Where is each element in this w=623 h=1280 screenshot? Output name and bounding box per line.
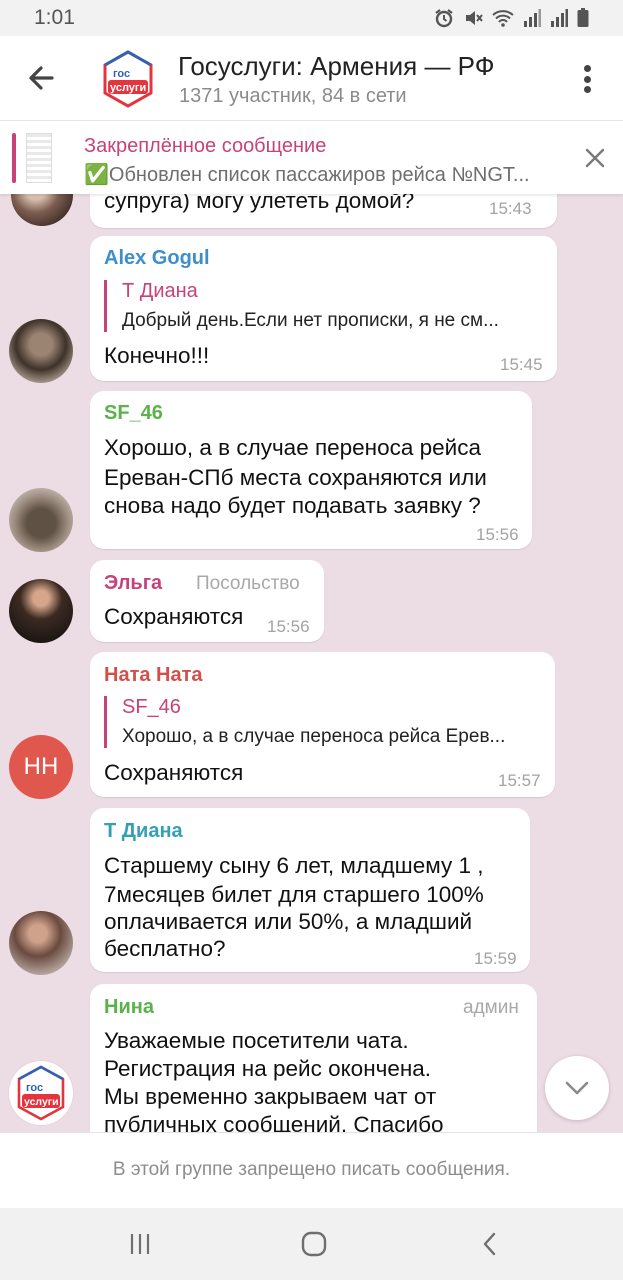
chevron-left-icon: [483, 1232, 496, 1256]
system-navigation-bar: [0, 1208, 623, 1280]
more-vertical-icon: [583, 65, 591, 72]
message-time: 15:57: [498, 771, 541, 790]
message-time: 15:43: [489, 199, 532, 218]
message-bubble[interactable]: Т Диана Старшему сыну 6 лет, младшему 1 …: [90, 808, 530, 972]
message-text-line: снова надо будет подавать заявку ?: [104, 493, 481, 518]
user-avatar[interactable]: гос услуги: [9, 1061, 73, 1125]
reply-text: Хорошо, а в случае переноса рейса Ерев..…: [122, 726, 506, 747]
signal-icon-2: [550, 8, 568, 33]
chat-header: гос услуги Госуслуги: Армения — РФ 1371 …: [0, 36, 623, 120]
message-text-line: Ереван-СПб места сохраняются или: [104, 465, 487, 490]
scroll-to-bottom-button[interactable]: [545, 1056, 609, 1120]
message-time: 15:56: [267, 617, 310, 636]
gosuslugi-logo-icon: гос услуги: [17, 1065, 65, 1121]
home-button[interactable]: [300, 1230, 328, 1263]
message-text: Сохраняются: [104, 760, 244, 785]
battery-icon: [577, 8, 589, 33]
arrow-left-icon: [29, 66, 54, 90]
pinned-thumbnail: [26, 133, 52, 183]
message-text-line: бесплатно?: [104, 936, 226, 961]
user-avatar[interactable]: [9, 488, 73, 552]
message-time: 15:56: [476, 525, 519, 544]
message-text-line: Хорошо, а в случае переноса рейса: [104, 435, 481, 460]
status-icons: [434, 8, 589, 33]
sender-role: админ: [463, 997, 519, 1018]
sender-name[interactable]: Ната Ната: [104, 664, 203, 687]
svg-text:гос: гос: [26, 1082, 43, 1094]
svg-text:услуги: услуги: [24, 1096, 59, 1108]
message-text-line: Мы временно закрываем чат от: [104, 1084, 437, 1109]
user-avatar[interactable]: [9, 579, 73, 643]
message-bubble[interactable]: Эльга Посольство Сохраняются 15:56: [90, 560, 324, 642]
alarm-icon: [434, 8, 454, 33]
reply-quote[interactable]: Т Диана Добрый день.Если нет прописки, я…: [104, 280, 544, 332]
chat-member-count: 1371 участник, 84 в сети: [179, 85, 407, 107]
reply-text: Добрый день.Если нет прописки, я не см..…: [122, 310, 499, 331]
chat-avatar[interactable]: гос услуги: [99, 50, 157, 108]
message-text: Конечно!!!: [104, 343, 210, 368]
pinned-text: ✅Обновлен список пассажиров рейса №NGT..…: [84, 164, 530, 186]
reply-sender: Т Диана: [122, 280, 198, 302]
close-icon: [585, 148, 605, 168]
back-button[interactable]: [22, 58, 62, 98]
pinned-message-bar[interactable]: Закреплённое сообщение ✅Обновлен список …: [0, 120, 623, 194]
message-text-line: Уважаемые посетители чата.: [104, 1028, 409, 1053]
avatar-initials: НН: [23, 753, 59, 780]
sender-name[interactable]: Alex Gogul: [104, 247, 210, 270]
home-icon: [301, 1231, 327, 1257]
message-text: Сохраняются: [104, 604, 244, 629]
sender-name[interactable]: SF_46: [104, 402, 163, 425]
message-text-line: 7месяцев билет для старшего 100%: [104, 882, 484, 907]
chat-title[interactable]: Госуслуги: Армения — РФ: [178, 51, 495, 82]
message-text-line: оплачивается или 50%, а младший: [104, 909, 473, 934]
status-bar: 1:01: [0, 0, 623, 36]
message-text-line: Регистрация на рейс окончена.: [104, 1056, 432, 1081]
sender-name[interactable]: Эльга: [104, 572, 162, 595]
pinned-title: Закреплённое сообщение: [84, 135, 327, 157]
message-text-line: Старшему сыну 6 лет, младшему 1 ,: [104, 853, 484, 878]
message-input-bar: В этой группе запрещено писать сообщения…: [0, 1132, 623, 1208]
reply-quote[interactable]: SF_46 Хорошо, а в случае переноса рейса …: [104, 696, 542, 748]
user-avatar[interactable]: НН: [9, 735, 73, 799]
recent-apps-button[interactable]: [128, 1232, 152, 1261]
sender-role: Посольство: [196, 573, 300, 594]
message-bubble[interactable]: Ната Ната SF_46 Хорошо, а в случае перен…: [90, 652, 555, 797]
gosuslugi-logo-icon: гос услуги: [103, 50, 153, 108]
sender-name[interactable]: Т Диана: [104, 820, 183, 843]
system-back-button[interactable]: [478, 1230, 502, 1263]
recent-apps-icon: [130, 1234, 150, 1254]
chevron-down-icon: [565, 1081, 589, 1095]
user-avatar[interactable]: [9, 319, 73, 383]
write-restriction-notice: В этой группе запрещено писать сообщения…: [112, 1159, 511, 1180]
message-time: 15:45: [500, 355, 543, 374]
message-time: 15:59: [474, 949, 517, 968]
sender-name[interactable]: Нина: [104, 996, 154, 1019]
more-options-button[interactable]: [572, 62, 602, 96]
reply-sender: SF_46: [122, 696, 181, 718]
pinned-close-button[interactable]: [582, 145, 608, 171]
signal-icon: [523, 8, 541, 33]
wifi-icon: [492, 8, 514, 33]
pinned-accent-bar: [12, 133, 16, 183]
svg-text:услуги: услуги: [110, 82, 146, 94]
message-bubble[interactable]: SF_46 Хорошо, а в случае переноса рейса …: [90, 391, 532, 549]
mute-icon: [463, 8, 483, 33]
user-avatar[interactable]: [9, 911, 73, 975]
status-time: 1:01: [34, 6, 75, 29]
message-bubble[interactable]: Alex Gogul Т Диана Добрый день.Если нет …: [90, 236, 557, 381]
svg-text:гос: гос: [113, 68, 130, 80]
